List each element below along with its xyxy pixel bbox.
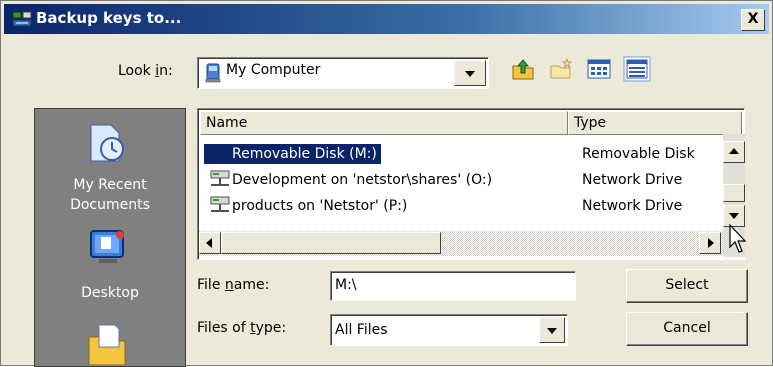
mouse-cursor-icon bbox=[729, 223, 747, 253]
places-item-my-documents[interactable] bbox=[35, 313, 185, 365]
look-in-value: My Computer bbox=[226, 62, 321, 78]
chevron-down-icon bbox=[547, 328, 557, 334]
file-name-label-text: File bbox=[197, 277, 225, 293]
recent-documents-icon bbox=[90, 124, 124, 162]
file-type-label-tail: ype: bbox=[255, 320, 287, 336]
hscroll-thumb[interactable] bbox=[221, 232, 441, 254]
scroll-left-button[interactable] bbox=[199, 232, 221, 254]
chevron-down-icon bbox=[465, 71, 475, 77]
file-name-input[interactable]: M:\ bbox=[330, 271, 576, 301]
up-folder-icon[interactable] bbox=[509, 56, 537, 82]
dialog-title: Backup keys to... bbox=[36, 9, 182, 27]
file-name-label: File name: bbox=[197, 277, 269, 293]
file-list-row[interactable]: products on 'Netstor' (P:) Network Drive bbox=[200, 193, 740, 219]
file-type-cell: Network Drive bbox=[582, 172, 683, 188]
file-list-row[interactable]: Removable Disk (M:) Removable Disk bbox=[200, 141, 740, 167]
horizontal-scrollbar[interactable] bbox=[199, 231, 723, 256]
places-item-recent-documents[interactable]: My Recent Documents bbox=[35, 109, 185, 219]
file-type-dropdown-button[interactable] bbox=[539, 317, 565, 343]
places-label-desktop: Desktop bbox=[81, 285, 139, 301]
scroll-right-button[interactable] bbox=[699, 232, 721, 254]
file-type-combobox[interactable]: All Files bbox=[330, 314, 568, 346]
places-label-recent-1: My Recent bbox=[73, 177, 147, 193]
file-type-label: Files of type: bbox=[197, 320, 286, 336]
column-header-type[interactable]: Type bbox=[568, 111, 742, 135]
file-type-cell: Network Drive bbox=[582, 198, 683, 214]
file-type-value: All Files bbox=[335, 322, 388, 338]
look-in-label-tail: n: bbox=[159, 63, 173, 79]
arrow-left-icon bbox=[206, 238, 212, 248]
arrow-up-icon bbox=[729, 148, 739, 154]
file-list-row[interactable]: Development on 'netstor\shares' (O:) Net… bbox=[200, 167, 740, 193]
look-in-combobox[interactable]: My Computer bbox=[197, 57, 489, 89]
file-name-label-tail: ame: bbox=[233, 277, 270, 293]
scroll-up-button[interactable] bbox=[723, 141, 745, 163]
arrow-right-icon bbox=[708, 238, 714, 248]
file-name-cell: Removable Disk (M:) bbox=[204, 144, 381, 164]
scroll-thumb[interactable] bbox=[723, 184, 745, 202]
backup-keys-dialog: Backup keys to... X Look in: My Computer bbox=[0, 0, 773, 367]
file-name-accel-key: n bbox=[224, 277, 234, 293]
details-view-icon[interactable] bbox=[623, 56, 651, 82]
places-label-recent-2: Documents bbox=[70, 197, 150, 213]
file-name-cell: products on 'Netstor' (P:) bbox=[232, 198, 408, 214]
file-type-cell: Removable Disk bbox=[582, 146, 695, 162]
select-button[interactable]: Select bbox=[626, 269, 748, 303]
file-type-label-text: Files of bbox=[197, 320, 251, 336]
file-name-cell: Development on 'netstor\shares' (O:) bbox=[232, 172, 493, 188]
my-documents-icon bbox=[88, 324, 126, 365]
cancel-button[interactable]: Cancel bbox=[626, 312, 748, 346]
look-in-dropdown-button[interactable] bbox=[454, 60, 486, 86]
title-bar[interactable]: Backup keys to... X bbox=[4, 4, 769, 34]
desktop-icon bbox=[90, 230, 124, 263]
new-folder-icon[interactable] bbox=[547, 56, 575, 82]
column-header-name[interactable]: Name bbox=[200, 111, 568, 135]
list-view-icon[interactable] bbox=[585, 56, 613, 82]
close-button[interactable]: X bbox=[741, 9, 765, 31]
look-in-label-text: Look bbox=[118, 63, 156, 79]
key-backup-icon bbox=[12, 11, 32, 27]
places-item-desktop[interactable]: Desktop bbox=[35, 221, 185, 311]
places-bar: My Recent Documents Desktop bbox=[34, 108, 186, 367]
file-name-value: M:\ bbox=[335, 277, 357, 293]
my-computer-icon bbox=[205, 63, 221, 83]
close-icon: X bbox=[747, 11, 759, 27]
arrow-down-icon bbox=[729, 213, 739, 219]
look-in-label: Look in: bbox=[118, 63, 173, 79]
